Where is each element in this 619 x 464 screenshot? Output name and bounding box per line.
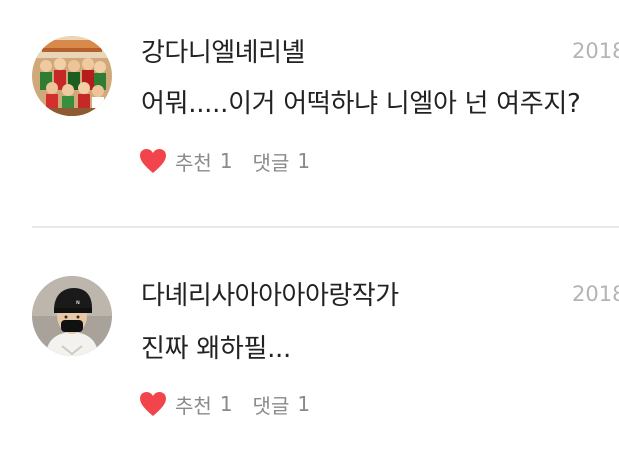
reply-button[interactable]: 댓글 1: [253, 390, 311, 419]
comment-item: ɴ 다녜리사아아아아랑작가 2018 진짜 왜하필... 추천 1 댓글 1: [0, 228, 619, 464]
avatar[interactable]: [32, 36, 112, 116]
heart-icon: [140, 149, 166, 173]
comment-username[interactable]: 다녜리사아아아아랑작가: [141, 275, 399, 312]
reply-count: 1: [297, 392, 311, 416]
comment-date: 2018: [572, 39, 619, 63]
like-button[interactable]: 추천 1: [139, 390, 233, 419]
heart-icon: [140, 392, 166, 416]
comment-actions: 추천 1 댓글 1: [139, 145, 310, 177]
reply-button[interactable]: 댓글 1: [253, 147, 311, 176]
group-photo-avatar-icon: [32, 36, 112, 116]
comment-username[interactable]: 강다니엘녜리녤: [141, 32, 305, 69]
comment-actions: 추천 1 댓글 1: [139, 388, 310, 420]
like-count: 1: [219, 392, 233, 416]
like-count: 1: [219, 149, 233, 173]
comment-text: 어뭐.....이거 어떡하냐 니엘아 넌 여주지?: [141, 89, 581, 119]
svg-text:ɴ: ɴ: [76, 299, 80, 306]
person-black-cap-mask-avatar-icon: ɴ: [32, 276, 112, 356]
like-label: 추천: [175, 393, 212, 418]
comment-item: 강다니엘녜리녤 2018 어뭐.....이거 어떡하냐 니엘아 넌 여주지? 추…: [0, 0, 619, 226]
like-button[interactable]: 추천 1: [139, 147, 233, 176]
comment-text: 진짜 왜하필...: [141, 334, 291, 364]
reply-label: 댓글: [252, 393, 290, 418]
reply-count: 1: [297, 149, 311, 173]
avatar[interactable]: ɴ: [32, 276, 112, 356]
like-label: 추천: [175, 150, 212, 175]
comment-list: 강다니엘녜리녤 2018 어뭐.....이거 어떡하냐 니엘아 넌 여주지? 추…: [0, 0, 619, 464]
reply-label: 댓글: [252, 150, 290, 175]
comment-date: 2018: [572, 282, 619, 306]
